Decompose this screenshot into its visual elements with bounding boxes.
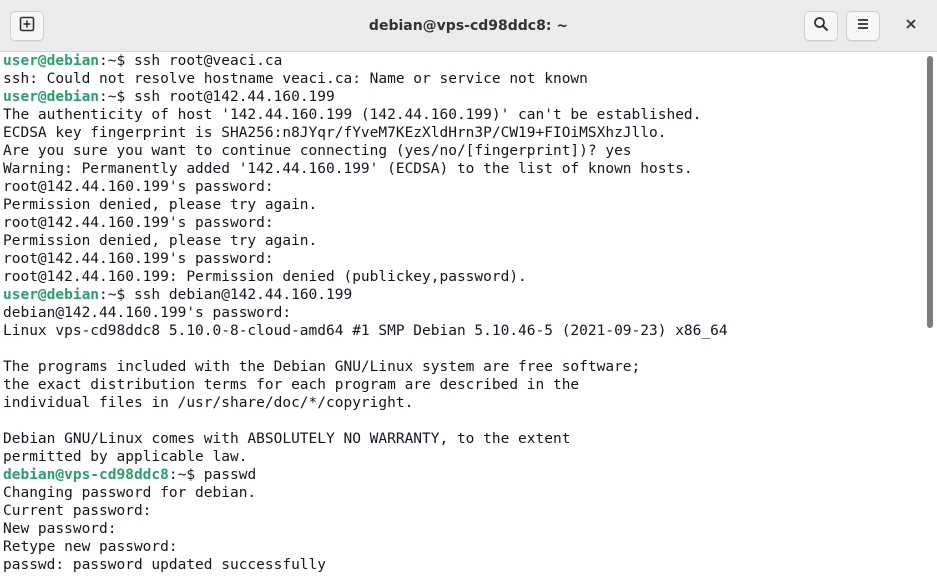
- prompt-command: :~$ ssh root@veaci.ca: [99, 53, 283, 69]
- prompt-line: user@debian:~$ ssh debian@142.44.160.199: [0, 286, 924, 304]
- output-line: root@142.44.160.199: Permission denied (…: [3, 269, 527, 285]
- prompt-user-host: user@debian: [3, 89, 100, 105]
- prompt-command: :~$ ssh debian@142.44.160.199: [99, 287, 353, 303]
- output-line: Are you sure you want to continue connec…: [3, 143, 632, 159]
- output-line: Debian GNU/Linux comes with ABSOLUTELY N…: [3, 431, 571, 447]
- prompt-user-host: user@debian: [3, 287, 100, 303]
- output-line: root@142.44.160.199's password:: [3, 179, 274, 195]
- output-line: permitted by applicable law.: [3, 449, 248, 465]
- prompt-command: :~$ ssh root@142.44.160.199: [99, 89, 335, 105]
- output-line: The authenticity of host '142.44.160.199…: [3, 107, 702, 123]
- output-line: ssh: Could not resolve hostname veaci.ca…: [3, 71, 588, 87]
- new-tab-button[interactable]: [10, 11, 44, 41]
- output-line: Current password:: [3, 503, 152, 519]
- window-title: debian@vps-cd98ddc8: ~: [368, 18, 569, 34]
- prompt-line: user@debian:~$ ssh root@142.44.160.199: [0, 88, 924, 106]
- prompt-line: user@debian:~$ ssh root@veaci.ca: [0, 52, 924, 70]
- output-line: Permission denied, please try again.: [3, 233, 318, 249]
- search-icon: [813, 16, 829, 37]
- new-tab-icon: [19, 16, 35, 37]
- terminal-window: debian@vps-cd98ddc8: ~ user@debian:~$ ss…: [0, 0, 937, 576]
- close-button[interactable]: [894, 11, 928, 41]
- terminal-output[interactable]: user@debian:~$ ssh root@veaci.ca ssh: Cou…: [0, 52, 924, 576]
- menu-button[interactable]: [846, 11, 880, 41]
- prompt-line: debian@vps-cd98ddc8:~$ passwd: [0, 466, 924, 484]
- output-line: the exact distribution terms for each pr…: [3, 377, 580, 393]
- output-line: root@142.44.160.199's password:: [3, 215, 274, 231]
- output-line: Changing password for debian.: [3, 485, 257, 501]
- search-button[interactable]: [804, 11, 838, 41]
- output-line: passwd: password updated successfully: [3, 557, 327, 573]
- scrollbar-thumb[interactable]: [927, 56, 933, 328]
- output-line: individual files in /usr/share/doc/*/cop…: [3, 395, 414, 411]
- output-line: The programs included with the Debian GN…: [3, 359, 641, 375]
- prompt-user-host: debian@vps-cd98ddc8: [3, 467, 169, 483]
- output-line: ECDSA key fingerprint is SHA256:n8JYqr/f…: [3, 125, 667, 141]
- output-line: debian@142.44.160.199's password:: [3, 305, 292, 321]
- output-line: Permission denied, please try again.: [3, 197, 318, 213]
- prompt-user-host: user@debian: [3, 53, 100, 69]
- output-line: New password:: [3, 521, 117, 537]
- close-icon: [905, 17, 917, 35]
- output-line: Retype new password:: [3, 539, 178, 555]
- output-line: root@142.44.160.199's password:: [3, 251, 274, 267]
- prompt-command: :~$ passwd: [168, 467, 257, 483]
- hamburger-menu-icon: [855, 16, 871, 37]
- output-line: Linux vps-cd98ddc8 5.10.0-8-cloud-amd64 …: [3, 323, 728, 339]
- output-line: Warning: Permanently added '142.44.160.1…: [3, 161, 693, 177]
- titlebar: debian@vps-cd98ddc8: ~: [0, 0, 937, 52]
